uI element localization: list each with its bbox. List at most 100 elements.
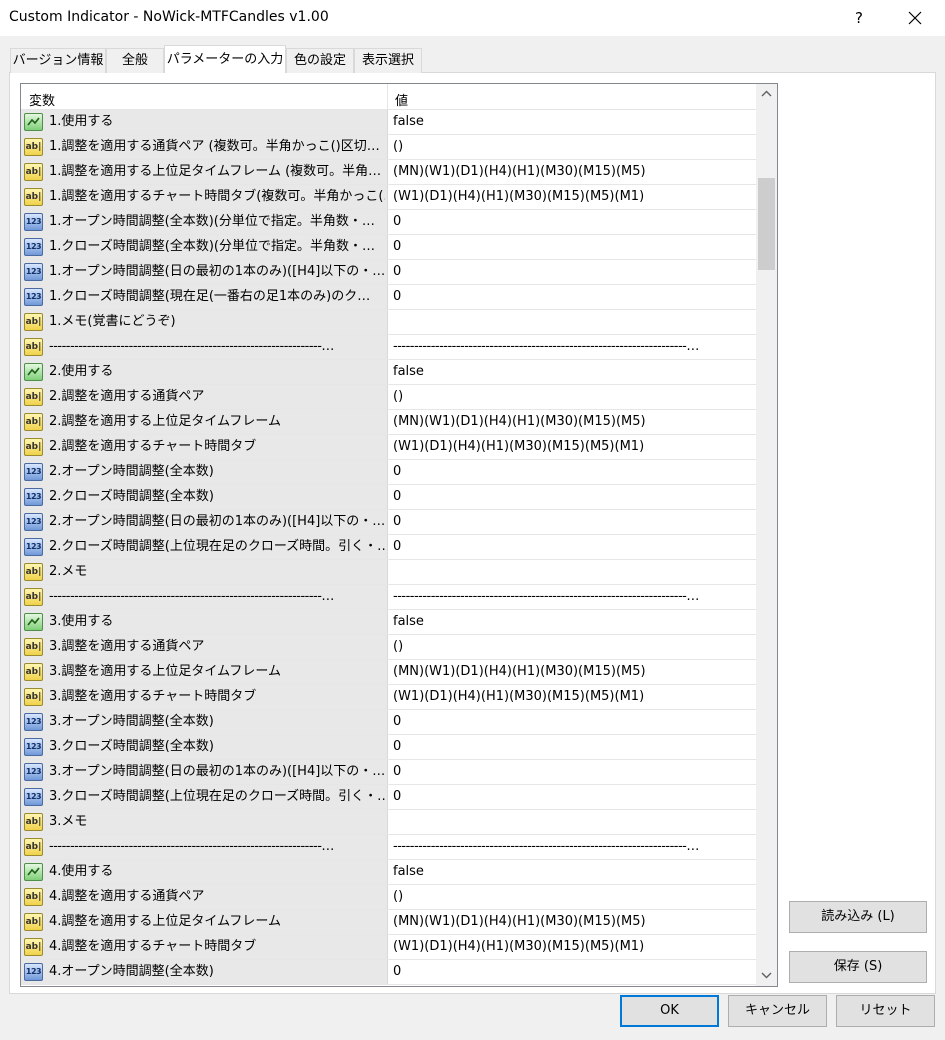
parameter-row[interactable]: ab| 1.メモ(覚書にどうぞ) [21, 310, 757, 335]
parameter-value[interactable] [388, 560, 756, 584]
scroll-thumb[interactable] [758, 178, 775, 270]
parameter-row[interactable]: 3.使用する false [21, 610, 757, 635]
load-button[interactable]: 読み込み (L) [789, 901, 927, 933]
tab-version-info[interactable]: バージョン情報 [10, 48, 106, 73]
parameter-value-text: (MN)(W1)(D1)(H4)(H1)(M30)(M15)(M5) [393, 164, 646, 179]
parameter-value[interactable]: 0 [388, 735, 756, 759]
parameter-value[interactable]: 0 [388, 210, 756, 234]
parameter-value[interactable]: () [388, 885, 756, 909]
parameter-row[interactable]: 4.使用する false [21, 860, 757, 885]
integer-type-icon: 123 [24, 963, 43, 981]
parameter-row[interactable]: ab| 3.調整を適用するチャート時間タブ (W1)(D1)(H4)(H1)(M30… [21, 685, 757, 710]
parameter-value[interactable]: (MN)(W1)(D1)(H4)(H1)(M30)(M15)(M5) [388, 160, 756, 184]
parameter-value[interactable]: 0 [388, 710, 756, 734]
tab-parameters[interactable]: パラメーターの入力 [164, 45, 286, 73]
parameter-value[interactable]: 0 [388, 285, 756, 309]
scroll-down-button[interactable] [756, 966, 777, 986]
integer-type-icon: 123 [24, 238, 43, 256]
parameter-name: 2.メモ [49, 564, 88, 579]
parameter-value[interactable]: () [388, 635, 756, 659]
parameter-value[interactable] [388, 810, 756, 834]
grid-rows: 1.使用する false ab| 1.調整を適用する通貨ペア (複数可。半角かっこ()… [21, 110, 757, 985]
parameter-value[interactable]: ----------------------------------------… [388, 585, 756, 609]
parameter-value[interactable]: (MN)(W1)(D1)(H4)(H1)(M30)(M15)(M5) [388, 660, 756, 684]
parameter-value[interactable]: (W1)(D1)(H4)(H1)(M30)(M15)(M5)(M1) [388, 435, 756, 459]
parameter-row[interactable]: ab| 1.調整を適用する上位足タイムフレーム (複数可。半角… (MN)(W1)(… [21, 160, 757, 185]
close-button[interactable] [895, 2, 935, 34]
parameter-row[interactable]: ab| 4.調整を適用するチャート時間タブ (W1)(D1)(H4)(H1)(M30… [21, 935, 757, 960]
parameter-row[interactable]: 123 3.オープン時間調整(日の最初の1本のみ)([H4]以下の・… 0 [21, 760, 757, 785]
parameter-row[interactable]: 123 4.オープン時間調整(全本数) 0 [21, 960, 757, 985]
parameter-value[interactable]: 0 [388, 960, 756, 984]
parameter-row[interactable]: ab| -------------------------------------… [21, 335, 757, 360]
integer-type-icon: 123 [24, 263, 43, 281]
parameter-row[interactable]: 1.使用する false [21, 110, 757, 135]
parameter-row[interactable]: 123 1.クローズ時間調整(全本数)(分単位で指定。半角数・… 0 [21, 235, 757, 260]
parameter-name: ----------------------------------------… [49, 589, 334, 604]
parameter-value[interactable]: 0 [388, 235, 756, 259]
save-button[interactable]: 保存 (S) [789, 951, 927, 983]
parameter-name-cell: ab| -------------------------------------… [21, 585, 387, 609]
parameter-row[interactable]: 123 2.オープン時間調整(全本数) 0 [21, 460, 757, 485]
parameter-row[interactable]: ab| 4.調整を適用する上位足タイムフレーム (MN)(W1)(D1)(H4)(H… [21, 910, 757, 935]
parameter-value[interactable]: (W1)(D1)(H4)(H1)(M30)(M15)(M5)(M1) [388, 685, 756, 709]
parameter-value[interactable]: 0 [388, 260, 756, 284]
parameter-row[interactable]: ab| 3.メモ [21, 810, 757, 835]
parameter-row[interactable]: ab| 2.メモ [21, 560, 757, 585]
parameter-row[interactable]: 123 1.オープン時間調整(全本数)(分単位で指定。半角数・… 0 [21, 210, 757, 235]
parameter-value[interactable]: (W1)(D1)(H4)(H1)(M30)(M15)(M5)(M1) [388, 185, 756, 209]
parameter-value-text: (MN)(W1)(D1)(H4)(H1)(M30)(M15)(M5) [393, 914, 646, 929]
cancel-button[interactable]: キャンセル [728, 995, 827, 1027]
parameter-row[interactable]: 123 1.クローズ時間調整(現在足(一番右の足1本のみ)のク… 0 [21, 285, 757, 310]
parameter-value[interactable]: false [388, 610, 756, 634]
parameter-value[interactable]: () [388, 385, 756, 409]
parameter-value[interactable]: 0 [388, 510, 756, 534]
parameter-value[interactable]: false [388, 110, 756, 134]
reset-button[interactable]: リセット [836, 995, 935, 1027]
parameter-row[interactable]: 123 3.クローズ時間調整(上位現在足のクローズ時間。引く・… 0 [21, 785, 757, 810]
parameter-row[interactable]: ab| 2.調整を適用する通貨ペア () [21, 385, 757, 410]
parameter-row[interactable]: ab| 4.調整を適用する通貨ペア () [21, 885, 757, 910]
parameter-value[interactable]: 0 [388, 535, 756, 559]
parameter-row[interactable]: 123 3.クローズ時間調整(全本数) 0 [21, 735, 757, 760]
parameter-value[interactable]: false [388, 860, 756, 884]
parameter-row[interactable]: ab| 1.調整を適用するチャート時間タブ(複数可。半角かっこ(… (W1)(D1)… [21, 185, 757, 210]
parameter-row[interactable]: 2.使用する false [21, 360, 757, 385]
parameter-row[interactable]: 123 2.クローズ時間調整(上位現在足のクローズ時間。引く・… 0 [21, 535, 757, 560]
parameter-value[interactable]: 0 [388, 460, 756, 484]
integer-type-icon: 123 [24, 763, 43, 781]
tab-general[interactable]: 全般 [106, 48, 164, 73]
parameter-row[interactable]: ab| 3.調整を適用する上位足タイムフレーム (MN)(W1)(D1)(H4)(H… [21, 660, 757, 685]
parameter-value[interactable]: () [388, 135, 756, 159]
parameter-value[interactable]: 0 [388, 485, 756, 509]
parameter-row[interactable]: ab| 3.調整を適用する通貨ペア () [21, 635, 757, 660]
parameter-row[interactable]: ab| 2.調整を適用するチャート時間タブ (W1)(D1)(H4)(H1)(M30… [21, 435, 757, 460]
parameter-row[interactable]: ab| -------------------------------------… [21, 585, 757, 610]
parameter-value[interactable]: ----------------------------------------… [388, 335, 756, 359]
parameter-row[interactable]: ab| 1.調整を適用する通貨ペア (複数可。半角かっこ()区切… () [21, 135, 757, 160]
parameter-value[interactable]: (W1)(D1)(H4)(H1)(M30)(M15)(M5)(M1) [388, 935, 756, 959]
parameter-value[interactable]: false [388, 360, 756, 384]
parameter-value[interactable]: 0 [388, 785, 756, 809]
parameter-row[interactable]: 123 2.オープン時間調整(日の最初の1本のみ)([H4]以下の・… 0 [21, 510, 757, 535]
parameter-value[interactable]: 0 [388, 760, 756, 784]
parameter-row[interactable]: 123 2.クローズ時間調整(全本数) 0 [21, 485, 757, 510]
parameter-row[interactable]: 123 1.オープン時間調整(日の最初の1本のみ)([H4]以下の・… 0 [21, 260, 757, 285]
parameter-value[interactable]: (MN)(W1)(D1)(H4)(H1)(M30)(M15)(M5) [388, 910, 756, 934]
ok-button[interactable]: OK [620, 995, 719, 1027]
vertical-scrollbar[interactable] [756, 84, 777, 986]
header-divider[interactable] [387, 84, 388, 110]
header-variable[interactable]: 変数 [29, 90, 55, 109]
tab-visualization[interactable]: 表示選択 [354, 48, 422, 73]
help-button[interactable]: ? [848, 4, 870, 32]
parameter-row[interactable]: ab| -------------------------------------… [21, 835, 757, 860]
parameter-value[interactable] [388, 310, 756, 334]
header-value[interactable]: 値 [395, 90, 408, 109]
scroll-up-button[interactable] [756, 84, 777, 104]
parameter-value-text: 0 [393, 214, 402, 229]
parameter-value[interactable]: (MN)(W1)(D1)(H4)(H1)(M30)(M15)(M5) [388, 410, 756, 434]
parameter-row[interactable]: ab| 2.調整を適用する上位足タイムフレーム (MN)(W1)(D1)(H4)(H… [21, 410, 757, 435]
parameter-row[interactable]: 123 3.オープン時間調整(全本数) 0 [21, 710, 757, 735]
parameter-value[interactable]: ----------------------------------------… [388, 835, 756, 859]
tab-colors[interactable]: 色の設定 [286, 48, 354, 73]
